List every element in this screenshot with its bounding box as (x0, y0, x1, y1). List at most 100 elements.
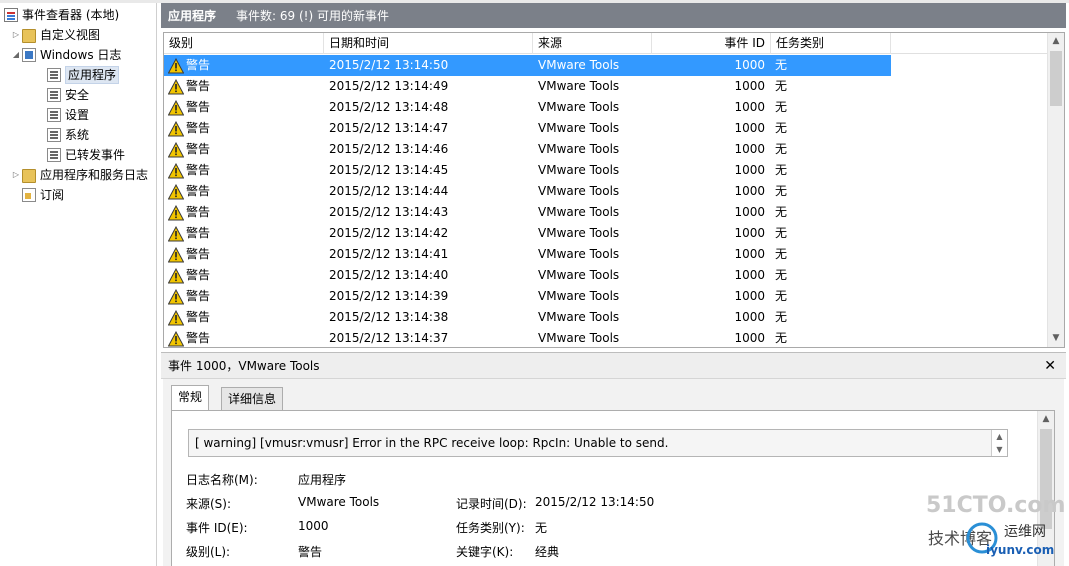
task-cell: 无 (775, 142, 788, 156)
tab-details[interactable]: 详细信息 (221, 387, 284, 411)
column-header-source[interactable]: 来源 (533, 33, 652, 54)
watermark-line1: 51CTO.com (926, 493, 1065, 518)
scroll-up-icon[interactable]: ▲ (1038, 411, 1054, 428)
source-cell: VMware Tools (538, 268, 620, 282)
table-row[interactable]: 警告 2015/2/12 13:14:45 VMware Tools 1000 无 (164, 160, 891, 181)
table-row[interactable]: 警告 2015/2/12 13:14:49 VMware Tools 1000 无 (164, 76, 891, 97)
close-icon[interactable]: ✕ (1044, 357, 1056, 375)
column-header-task[interactable]: 任务类别 (771, 33, 891, 54)
source-cell: VMware Tools (538, 184, 620, 198)
event-id-value: 1000 (298, 519, 329, 533)
warning-icon (167, 330, 185, 347)
warning-icon (167, 120, 185, 137)
column-header-level[interactable]: 级别 (164, 33, 324, 54)
event-id-cell: 1000 (734, 184, 765, 198)
tree-label-setup: 设置 (65, 108, 90, 122)
datetime-cell: 2015/2/12 13:14:44 (329, 184, 449, 198)
log-name-value: 应用程序 (298, 473, 347, 487)
event-id-cell: 1000 (734, 331, 765, 345)
datetime-cell: 2015/2/12 13:14:49 (329, 79, 449, 93)
tree-node-setup[interactable]: 设置 (47, 105, 89, 125)
tree-node-apps-services[interactable]: ▷ 应用程序和服务日志 (10, 165, 148, 185)
logged-value: 2015/2/12 13:14:50 (535, 495, 655, 509)
level-text: 警告 (186, 310, 211, 324)
navigation-tree: 事件查看器 (本地) ▷ 自定义视图 ◢ Windows 日志 应用程序 安全 … (0, 3, 157, 566)
task-cell: 无 (775, 205, 788, 219)
events-grid[interactable]: 级别 日期和时间 来源 事件 ID 任务类别 警告 2015/2/12 13:14… (163, 32, 1065, 348)
table-row[interactable]: 警告 2015/2/12 13:14:41 VMware Tools 1000 无 (164, 244, 891, 265)
table-row[interactable]: 警告 2015/2/12 13:14:46 VMware Tools 1000 无 (164, 139, 891, 160)
table-row[interactable]: 警告 2015/2/12 13:14:38 VMware Tools 1000 无 (164, 307, 891, 328)
table-row[interactable]: 警告 2015/2/12 13:14:42 VMware Tools 1000 无 (164, 223, 891, 244)
datetime-cell: 2015/2/12 13:14:45 (329, 163, 449, 177)
event-id-cell: 1000 (734, 121, 765, 135)
watermark-line4: iyunv.com (986, 543, 1054, 557)
level-text: 警告 (186, 289, 211, 303)
table-row[interactable]: 警告 2015/2/12 13:14:43 VMware Tools 1000 无 (164, 202, 891, 223)
level-cell: 警告 (167, 55, 318, 76)
tree-label-subscriptions: 订阅 (40, 188, 65, 202)
task-cell: 无 (775, 331, 788, 345)
event-id-cell: 1000 (734, 226, 765, 240)
expand-icon[interactable]: ▷ (10, 25, 22, 45)
event-message-box[interactable]: [ warning] [vmusr:vmusr] Error in the RP… (188, 429, 1008, 457)
tree-label-application: 应用程序 (65, 66, 120, 84)
table-row[interactable]: 警告 2015/2/12 13:14:37 VMware Tools 1000 无 (164, 328, 891, 347)
level-text: 警告 (186, 226, 211, 240)
level-text: 警告 (186, 184, 211, 198)
scroll-up-icon[interactable]: ▲ (992, 430, 1007, 443)
tree-node-custom-views[interactable]: ▷ 自定义视图 (10, 25, 100, 45)
table-row[interactable]: 警告 2015/2/12 13:14:50 VMware Tools 1000 无 (164, 55, 891, 76)
scroll-up-icon[interactable]: ▲ (1048, 33, 1064, 50)
collapse-icon[interactable]: ◢ (10, 45, 22, 65)
level-cell: 警告 (167, 328, 318, 347)
level-text: 警告 (186, 100, 211, 114)
tree-node-system[interactable]: 系统 (47, 125, 89, 145)
tree-label-custom-views: 自定义视图 (40, 28, 101, 42)
source-cell: VMware Tools (538, 247, 620, 261)
tree-node-forwarded[interactable]: 已转发事件 (47, 145, 125, 165)
column-header-datetime[interactable]: 日期和时间 (324, 33, 533, 54)
tree-node-application[interactable]: 应用程序 (47, 65, 120, 85)
table-row[interactable]: 警告 2015/2/12 13:14:48 VMware Tools 1000 无 (164, 97, 891, 118)
tab-general[interactable]: 常规 (171, 385, 210, 411)
level-text: 警告 (186, 247, 211, 261)
tree-label-windows-logs: Windows 日志 (40, 48, 122, 62)
level-cell: 警告 (167, 118, 318, 139)
tree-node-windows-logs[interactable]: ◢ Windows 日志 (10, 45, 121, 65)
scroll-down-icon[interactable]: ▼ (1048, 330, 1064, 347)
task-cell: 无 (775, 268, 788, 282)
level-cell: 警告 (167, 181, 318, 202)
source-cell: VMware Tools (538, 331, 620, 345)
log-name-label: 日志名称(M): (186, 473, 258, 487)
scroll-down-icon[interactable]: ▼ (992, 443, 1007, 456)
datetime-cell: 2015/2/12 13:14:38 (329, 310, 449, 324)
expand-icon[interactable]: ▷ (10, 165, 22, 185)
message-scrollbar[interactable]: ▲ ▼ (991, 430, 1007, 456)
level-text: 警告 (186, 142, 211, 156)
source-label: 来源(S): (186, 497, 232, 511)
level-cell: 警告 (167, 160, 318, 181)
level-text: 警告 (186, 121, 211, 135)
site-watermark: 51CTO.com 技术博客 运维网 iyunv.com (926, 493, 1065, 557)
log-header-bar: 应用程序 事件数: 69 (!) 可用的新事件 (161, 3, 1066, 28)
column-header-event-id[interactable]: 事件 ID (652, 33, 771, 54)
tree-node-root[interactable]: 事件查看器 (本地) (4, 5, 119, 25)
scroll-thumb[interactable] (1050, 51, 1062, 106)
tree-node-security[interactable]: 安全 (47, 85, 89, 105)
table-row[interactable]: 警告 2015/2/12 13:14:47 VMware Tools 1000 无 (164, 118, 891, 139)
table-row[interactable]: 警告 2015/2/12 13:14:44 VMware Tools 1000 无 (164, 181, 891, 202)
log-icon (47, 108, 61, 122)
event-id-cell: 1000 (734, 100, 765, 114)
level-text: 警告 (186, 268, 211, 282)
table-row[interactable]: 警告 2015/2/12 13:14:39 VMware Tools 1000 无 (164, 286, 891, 307)
tree-node-subscriptions[interactable]: 订阅 (22, 185, 64, 205)
task-category-value: 无 (535, 521, 548, 535)
tree-label-apps-services: 应用程序和服务日志 (40, 168, 149, 182)
source-cell: VMware Tools (538, 310, 620, 324)
datetime-cell: 2015/2/12 13:14:41 (329, 247, 449, 261)
datetime-cell: 2015/2/12 13:14:43 (329, 205, 449, 219)
grid-vertical-scrollbar[interactable]: ▲ ▼ (1047, 33, 1064, 347)
table-row[interactable]: 警告 2015/2/12 13:14:40 VMware Tools 1000 无 (164, 265, 891, 286)
task-cell: 无 (775, 289, 788, 303)
